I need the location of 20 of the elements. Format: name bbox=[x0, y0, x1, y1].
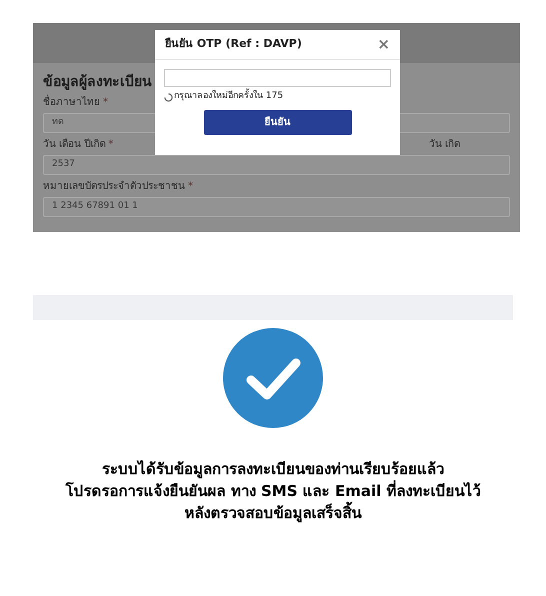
field-label: ชื่อภาษาไทย bbox=[43, 94, 100, 110]
success-message: ระบบได้รับข้อมูลการลงทะเบียนของท่านเรียบร้อยแล้ว bbox=[102, 459, 444, 480]
form-heading: ข้อมูลผู้ลงทะเบียน bbox=[43, 73, 152, 91]
success-message: หลังตรวจสอบข้อมูลเสร็จสิ้น bbox=[184, 502, 362, 524]
otp-input-field[interactable] bbox=[164, 69, 391, 87]
check-circle-icon bbox=[223, 328, 323, 428]
required-mark: * bbox=[103, 96, 108, 110]
confirm-button[interactable]: ยืนยัน bbox=[204, 110, 352, 135]
text-field[interactable]: 2537 bbox=[43, 155, 510, 175]
field-label: วัน เกิด bbox=[428, 138, 460, 152]
text-field[interactable]: 1 2345 67891 01 1 bbox=[43, 197, 510, 217]
required-mark: * bbox=[188, 180, 193, 194]
close-button[interactable]: × bbox=[377, 37, 390, 52]
required-mark: * bbox=[108, 138, 114, 152]
field-label: วัน เดือน ปีเกิด bbox=[43, 138, 106, 152]
spinner-icon bbox=[164, 92, 173, 102]
success-message: โปรดรอการแจ้งยืนยันผล ทาง SMS และ Email ที่ลงทะเบียนไว้ bbox=[66, 480, 480, 502]
retry-countdown: กรุณาลองใหม่อีกครั้งใน 175 bbox=[174, 90, 284, 104]
field-label: หมายเลขบัตรประจำตัวประชาชน bbox=[43, 180, 185, 194]
dialog-title: ยืนยัน OTP (Ref : DAVP) bbox=[165, 36, 302, 52]
